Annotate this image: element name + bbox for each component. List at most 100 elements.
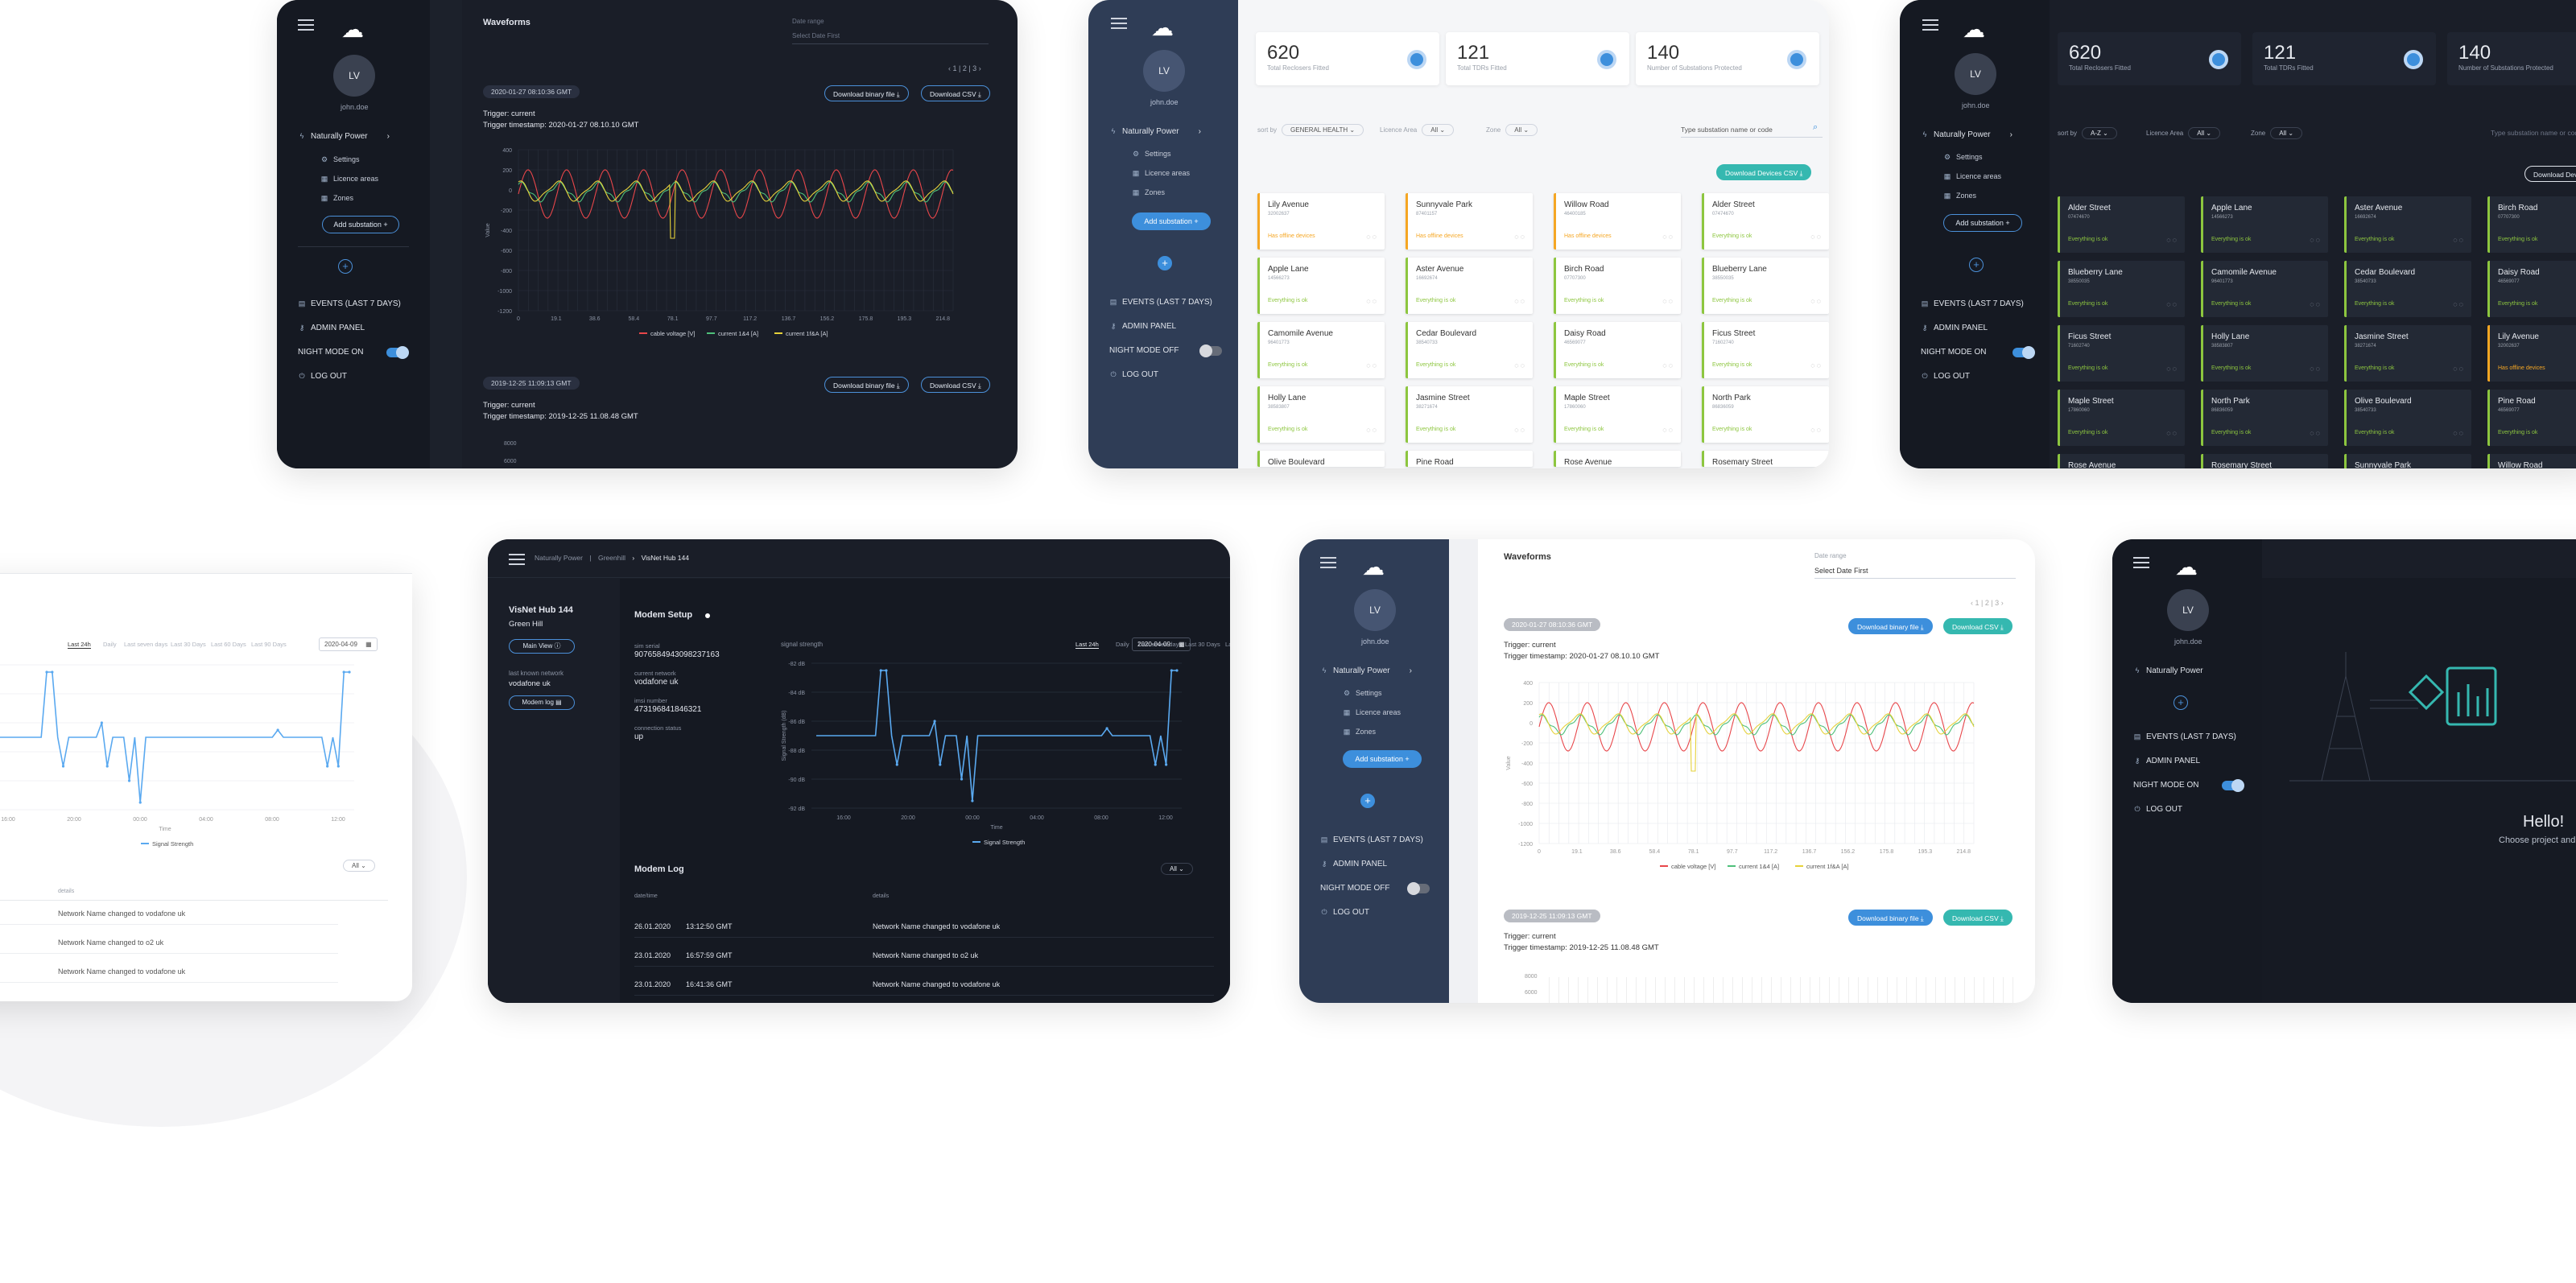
substation-card[interactable]: Jasmine Street 38271674 Everything is ok ◌◌ [2344, 325, 2471, 382]
range-option[interactable]: Last 60 Days [211, 641, 246, 648]
substation-card[interactable]: Jasmine Street 38271674 Everything is ok ◌◌ [1406, 386, 1533, 443]
nav-logout[interactable]: ⏻ LOG OUT [298, 372, 347, 381]
nav-logout[interactable]: ⏻ LOG OUT [1320, 908, 1369, 917]
substation-card[interactable]: Maple Street 17860060 Everything is ok ◌◌ [1554, 386, 1681, 443]
substation-card[interactable]: Daisy Road46569077Everything is ok◌◌ [2487, 261, 2576, 317]
substation-card[interactable]: Sunnyvale Park [2344, 454, 2471, 468]
substation-card[interactable]: Blueberry Lane 38550035 Everything is ok ◌◌ [1702, 258, 1829, 314]
range-option[interactable]: Last 90 Days [251, 641, 287, 648]
range-option[interactable]: Last 60 Days [1225, 641, 1230, 648]
night-mode-toggle[interactable] [2222, 779, 2244, 792]
nav-licence-areas[interactable]: ▦ Licence areas [1943, 172, 2001, 181]
date-range-input[interactable]: Select Date First [1814, 567, 1868, 575]
substation-card[interactable]: Willow Road 46400185 Has offline devices ◌◌ [1554, 193, 1681, 250]
menu-icon[interactable] [2133, 557, 2149, 568]
menu-icon[interactable] [1111, 18, 1127, 29]
substation-card[interactable]: Olive Boulevard [1257, 451, 1385, 467]
filter-select[interactable]: All ⌄ [1161, 863, 1193, 875]
substation-card[interactable]: Alder Street 07474670 Everything is ok ◌◌ [1702, 193, 1829, 250]
range-option[interactable]: Last seven days [124, 641, 167, 648]
substation-card[interactable]: Camomile Avenue 96401773 Everything is ok ◌… [2201, 261, 2328, 317]
main-view-button[interactable]: Main View ⓘ [509, 639, 575, 654]
menu-icon[interactable] [1320, 557, 1336, 568]
substation-card[interactable]: Birch Road 07707300 Everything is ok ◌◌ [1554, 258, 1681, 314]
breadcrumb-item[interactable]: Naturally Power [535, 554, 583, 562]
nav-logout[interactable]: ⏻ LOG OUT [1921, 372, 1970, 381]
breadcrumb-item[interactable]: Greenhill [598, 554, 625, 562]
download-csv-button[interactable]: Download CSV ⤓ [921, 377, 990, 393]
substation-card[interactable]: Olive Boulevard 38540733 Everything is ok ◌… [2344, 390, 2471, 446]
licence-filter[interactable]: Licence Area All ⌄ [2146, 127, 2221, 139]
nav-licence-areas[interactable]: ▦ Licence areas [320, 175, 378, 184]
substation-card[interactable]: North Park 86836059 Everything is ok ◌◌ [2201, 390, 2328, 446]
download-binary-button[interactable]: Download binary file ⤓ [824, 377, 909, 393]
substation-card[interactable]: Blueberry Lane 38550035 Everything is ok ◌◌ [2058, 261, 2185, 317]
substation-card[interactable]: Lily Avenue 32002637 Has offline devices ◌◌ [1257, 193, 1385, 250]
download-binary-button[interactable]: Download binary file ⤓ [824, 85, 909, 101]
substation-card[interactable]: Cedar Boulevard 38540733 Everything is ok ◌… [2344, 261, 2471, 317]
nav-zones[interactable]: ▦ Zones [1943, 192, 1976, 200]
download-devices-button[interactable]: Download Devices CSV ⤓ [1716, 164, 1812, 180]
nav-events[interactable]: ▤ EVENTS (LAST 7 DAYS) [1109, 298, 1212, 307]
substation-card[interactable]: Alder Street 07474670 Everything is ok ◌◌ [2058, 196, 2185, 253]
substation-card[interactable]: Willow Road [2487, 454, 2576, 468]
substation-card[interactable]: Cedar Boulevard 38540733 Everything is ok ◌… [1406, 322, 1533, 378]
substation-card[interactable]: Holly Lane 38583807 Everything is ok ◌◌ [1257, 386, 1385, 443]
download-csv-button[interactable]: Download CSV ⤓ [921, 85, 990, 101]
nav-zones[interactable]: ▦ Zones [1343, 728, 1376, 736]
add-substation-button[interactable]: Add substation + [1132, 212, 1211, 230]
nav-admin-panel[interactable]: ⚷ ADMIN PANEL [1320, 860, 1387, 868]
nav-company[interactable]: ϟ Naturally Power [2133, 666, 2203, 675]
add-substation-button[interactable]: Add substation + [1343, 750, 1422, 768]
nav-events[interactable]: ▤ EVENTS (LAST 7 DAYS) [298, 299, 401, 308]
substation-card[interactable]: Apple Lane 14566273 Everything is ok ◌◌ [1257, 258, 1385, 314]
nav-admin-panel[interactable]: ⚷ ADMIN PANEL [298, 324, 365, 332]
modem-log-button[interactable]: Modem log ▤ [509, 695, 575, 710]
substation-card[interactable]: Sunnyvale Park 87401157 Has offline device… [1406, 193, 1533, 250]
nav-zones[interactable]: ▦ Zones [1132, 188, 1165, 197]
licence-filter[interactable]: Licence Area All ⌄ [1380, 124, 1455, 136]
range-option[interactable]: Last 24h [68, 641, 91, 649]
nav-settings[interactable]: ⚙ Settings [1943, 153, 1983, 162]
nav-company[interactable]: ϟ Naturally Power › [1320, 666, 1412, 675]
night-mode-toggle[interactable] [2013, 346, 2035, 359]
nav-company[interactable]: ϟ Naturally Power › [1921, 130, 2013, 139]
substation-card[interactable]: Rosemary Street [2201, 454, 2328, 468]
nav-company[interactable]: ϟ Naturally Power › [1109, 127, 1201, 136]
substation-card[interactable]: Maple Street 17860060 Everything is ok ◌◌ [2058, 390, 2185, 446]
download-devices-button[interactable]: Download Devices CSV [2524, 166, 2576, 182]
avatar[interactable]: LV [1354, 589, 1396, 631]
zone-filter[interactable]: Zone All ⌄ [2251, 127, 2303, 139]
add-project-button[interactable]: + [2174, 695, 2188, 710]
download-binary-button[interactable]: Download binary file ⤓ [1848, 618, 1933, 634]
filter-select[interactable]: All ⌄ [343, 860, 375, 872]
menu-icon[interactable] [1922, 19, 1938, 31]
substation-card[interactable]: Rosemary Street [1702, 451, 1829, 467]
night-mode-toggle[interactable] [1199, 344, 1222, 357]
search-icon[interactable]: ⌕ [1813, 122, 1818, 133]
nav-zones[interactable]: ▦ Zones [320, 194, 353, 203]
nav-settings[interactable]: ⚙ Settings [320, 155, 360, 164]
substation-card[interactable]: Rose Avenue [1554, 451, 1681, 467]
avatar[interactable]: LV [333, 55, 375, 97]
substation-card[interactable]: Rose Avenue [2058, 454, 2185, 468]
sort-by-filter[interactable]: sort by GENERAL HEALTH ⌄ [1257, 124, 1364, 136]
add-project-button[interactable]: + [1969, 258, 1984, 272]
nav-events[interactable]: ▤ EVENTS (LAST 7 DAYS) [1320, 835, 1423, 844]
nav-events[interactable]: ▤ EVENTS (LAST 7 DAYS) [1921, 299, 2024, 308]
substation-card[interactable]: Ficus Street 71602740 Everything is ok ◌◌ [1702, 322, 1829, 378]
menu-icon[interactable] [509, 554, 525, 565]
nav-company[interactable]: ϟ Naturally Power › [298, 132, 390, 141]
substation-card[interactable]: Camomile Avenue 96401773 Everything is ok ◌… [1257, 322, 1385, 378]
add-project-button[interactable]: + [1360, 794, 1375, 808]
date-picker[interactable]: 2020-04-09 ▦ [1132, 637, 1191, 651]
substation-card[interactable]: Aster Avenue 16692674 Everything is ok ◌◌ [2344, 196, 2471, 253]
menu-icon[interactable] [298, 19, 314, 31]
zone-filter[interactable]: Zone All ⌄ [1486, 124, 1538, 136]
add-project-button[interactable]: + [338, 259, 353, 274]
range-option[interactable]: Last 24h [1075, 641, 1099, 649]
nav-settings[interactable]: ⚙ Settings [1132, 150, 1171, 159]
substation-card[interactable]: Pine Road46569077Everything is ok◌◌ [2487, 390, 2576, 446]
nav-settings[interactable]: ⚙ Settings [1343, 689, 1382, 698]
range-option[interactable]: Last 30 Days [171, 641, 206, 648]
